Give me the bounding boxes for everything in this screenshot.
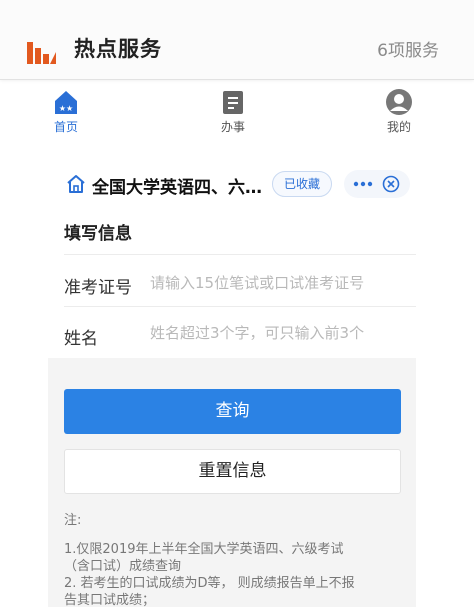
tab-home[interactable]: ★★ 首页 bbox=[36, 88, 96, 135]
tab-work-label: 办事 bbox=[220, 120, 245, 134]
svg-text:★★: ★★ bbox=[59, 104, 73, 113]
note-line: （含口试）成绩查询 bbox=[64, 559, 182, 574]
name-label: 姓名 bbox=[64, 329, 98, 349]
page: 热点服务 6项服务 ★★ 首页 办事 我的 全国大学英语四、六… 已收藏 填写信… bbox=[0, 0, 474, 607]
service-title: 全国大学英语四、六… bbox=[92, 178, 262, 198]
tab-home-label: 首页 bbox=[53, 120, 78, 134]
favorite-button[interactable]: 已收藏 bbox=[272, 171, 332, 197]
notes: 注: 1.仅限2019年上半年全国大学英语四、六级考试 （含口试）成绩查询 2.… bbox=[64, 512, 409, 607]
header-title: 热点服务 bbox=[74, 37, 162, 61]
divider bbox=[64, 254, 416, 255]
tab-work[interactable]: 办事 bbox=[203, 88, 263, 135]
query-button[interactable]: 查询 bbox=[64, 389, 401, 434]
tab-nav: ★★ 首页 办事 我的 bbox=[0, 84, 474, 140]
note-line: 2. 若考生的口试成绩为D等， 则成绩报告单上不报 bbox=[64, 576, 355, 591]
notes-title: 注: bbox=[64, 513, 82, 528]
home-star-icon: ★★ bbox=[55, 91, 77, 114]
ticket-number-label: 准考证号 bbox=[64, 278, 132, 298]
brand-logo-icon bbox=[27, 42, 56, 64]
ticket-number-input[interactable] bbox=[150, 268, 400, 298]
more-icon[interactable] bbox=[352, 177, 374, 191]
user-icon bbox=[386, 89, 412, 115]
form-area: 填写信息 准考证号 姓名 查询 重置信息 注: 1.仅限2019年上半年全国大学… bbox=[48, 206, 416, 607]
divider bbox=[64, 306, 416, 307]
top-header: 热点服务 6项服务 bbox=[0, 0, 474, 80]
reset-button[interactable]: 重置信息 bbox=[64, 449, 401, 494]
home-icon[interactable] bbox=[66, 174, 86, 194]
clipboard-icon bbox=[223, 91, 243, 114]
note-line: 告其口试成绩； bbox=[64, 593, 156, 607]
info-form: 填写信息 准考证号 姓名 bbox=[48, 206, 416, 358]
name-input[interactable] bbox=[150, 318, 400, 348]
tab-mine[interactable]: 我的 bbox=[369, 88, 429, 135]
service-actions bbox=[344, 170, 410, 198]
close-icon[interactable] bbox=[382, 175, 400, 193]
section-title: 填写信息 bbox=[64, 224, 132, 244]
tab-mine-label: 我的 bbox=[386, 120, 411, 134]
service-title-row: 全国大学英语四、六… 已收藏 bbox=[48, 160, 416, 206]
service-count[interactable]: 6项服务 bbox=[377, 36, 439, 61]
note-line: 1.仅限2019年上半年全国大学英语四、六级考试 bbox=[64, 542, 344, 557]
